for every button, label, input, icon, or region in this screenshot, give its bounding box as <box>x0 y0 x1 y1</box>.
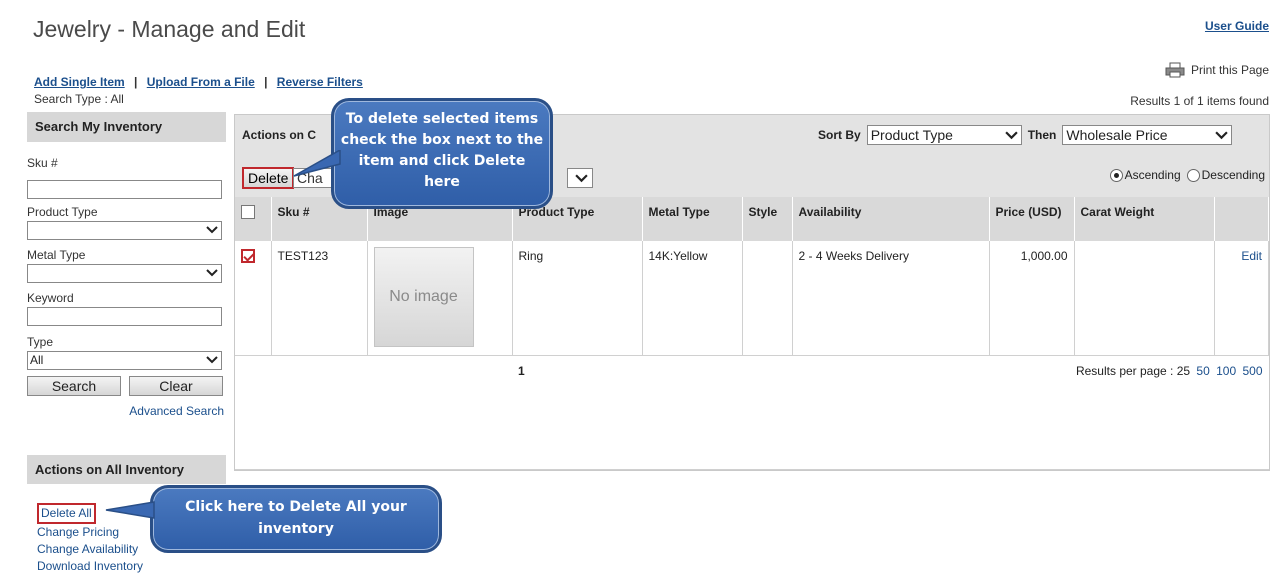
inventory-table: Sku # Image Product Type Metal Type Styl… <box>235 197 1269 470</box>
add-single-item-link[interactable]: Add Single Item <box>34 75 125 89</box>
top-links: Add Single Item | Upload From a File | R… <box>34 75 363 89</box>
reverse-filters-link[interactable]: Reverse Filters <box>277 75 363 89</box>
cell-sku: TEST123 <box>271 241 368 356</box>
chevron-down-icon <box>206 356 218 364</box>
then-select[interactable]: Wholesale Price <box>1062 125 1233 145</box>
print-page-button[interactable]: Print this Page <box>1165 62 1269 78</box>
advanced-search-link[interactable]: Advanced Search <box>27 404 226 418</box>
search-panel: Search My Inventory Sku # Product Type M… <box>27 112 226 418</box>
edit-link[interactable]: Edit <box>1214 241 1269 356</box>
actions-label: Actions on C <box>242 128 316 142</box>
then-label: Then <box>1027 128 1057 142</box>
product-type-label: Product Type <box>27 205 98 219</box>
cell-image: No image <box>367 241 513 356</box>
cell-product-type: Ring <box>512 241 643 356</box>
print-page-label: Print this Page <box>1190 63 1269 77</box>
user-guide-link[interactable]: User Guide <box>1205 19 1269 33</box>
pager-row: 1 Results per page : 25 50 100 500 <box>235 355 1269 470</box>
printer-icon <box>1165 62 1185 78</box>
page-title: Jewelry - Manage and Edit <box>33 16 306 42</box>
search-panel-header: Search My Inventory <box>27 112 226 142</box>
results-count: Results 1 of 1 items found <box>1130 94 1269 108</box>
callout-pointer <box>105 501 155 519</box>
sort-by-value: Product Type <box>870 127 953 143</box>
descending-radio[interactable] <box>1186 168 1200 182</box>
col-actions <box>1214 197 1269 241</box>
clear-button[interactable]: Clear <box>129 376 223 396</box>
delete-button[interactable]: Delete <box>242 167 295 189</box>
cell-metal-type: 14K:Yellow <box>642 241 743 356</box>
search-button[interactable]: Search <box>27 376 121 396</box>
results-per-page-label: Results per page : 25 <box>1075 364 1191 378</box>
metal-type-select[interactable] <box>27 264 222 283</box>
sort-by-label: Sort By <box>818 128 861 142</box>
chevron-down-icon <box>1005 131 1018 140</box>
sort-by-select[interactable]: Product Type <box>866 125 1022 145</box>
chevron-down-icon <box>575 174 588 183</box>
select-all-checkbox[interactable] <box>241 205 255 219</box>
download-inventory-link[interactable]: Download Inventory <box>37 558 143 575</box>
ascending-radio[interactable] <box>1109 168 1123 182</box>
all-inventory-header: Actions on All Inventory <box>27 455 226 484</box>
callout-pointer <box>293 150 341 177</box>
delete-selected-callout: To delete selected items check the box n… <box>331 98 553 209</box>
search-button-row: Search Clear <box>27 376 226 396</box>
rpp-option-500[interactable]: 500 <box>1242 364 1262 378</box>
cell-price: 1,000.00 <box>989 241 1075 356</box>
type-value: All <box>30 353 44 367</box>
type-select[interactable]: All <box>27 351 222 370</box>
change-pricing-link[interactable]: Change Pricing <box>37 524 143 541</box>
no-image-placeholder: No image <box>373 247 474 347</box>
select-all-header <box>235 197 272 241</box>
col-price[interactable]: Price (USD) <box>989 197 1075 241</box>
col-carat-weight[interactable]: Carat Weight <box>1074 197 1215 241</box>
row-checkbox[interactable] <box>241 249 255 263</box>
cell-carat <box>1074 241 1215 356</box>
upload-from-file-link[interactable]: Upload From a File <box>147 75 255 89</box>
separator: | <box>134 75 138 89</box>
row-select-cell <box>235 241 272 356</box>
results-per-page: Results per page : 25 50 100 500 <box>642 355 1269 470</box>
then-value: Wholesale Price <box>1066 127 1168 143</box>
sort-controls: Sort By Product Type Then Wholesale Pric… <box>818 125 1233 145</box>
metal-type-label: Metal Type <box>27 248 86 262</box>
sku-label: Sku # <box>27 156 58 170</box>
rpp-option-100[interactable]: 100 <box>1216 364 1236 378</box>
delete-all-link[interactable]: Delete All <box>37 503 96 524</box>
chevron-down-icon <box>206 226 218 234</box>
keyword-label: Keyword <box>27 291 74 305</box>
separator: | <box>264 75 268 89</box>
change-availability-link[interactable]: Change Availability <box>37 541 143 558</box>
cell-style <box>742 241 793 356</box>
ascending-label: Ascending <box>1124 168 1181 182</box>
chevron-down-icon <box>1215 131 1229 140</box>
descending-label: Descending <box>1201 168 1265 182</box>
product-type-select[interactable] <box>27 221 222 240</box>
rpp-option-50[interactable]: 50 <box>1196 364 1209 378</box>
col-availability[interactable]: Availability <box>792 197 990 241</box>
table-row: TEST123 No image Ring 14K:Yellow 2 - 4 W… <box>235 241 1269 356</box>
cell-availability: 2 - 4 Weeks Delivery <box>792 241 990 356</box>
search-type-label: Search Type : All <box>34 92 124 106</box>
action-select[interactable] <box>567 168 593 188</box>
col-style[interactable]: Style <box>742 197 793 241</box>
keyword-input[interactable] <box>27 307 222 326</box>
sku-input[interactable] <box>27 180 222 199</box>
type-label: Type <box>27 335 54 349</box>
col-metal-type[interactable]: Metal Type <box>642 197 743 241</box>
page-number[interactable]: 1 <box>512 355 642 470</box>
chevron-down-icon <box>206 269 218 277</box>
sort-order-radios: Ascending Descending <box>1106 168 1265 182</box>
delete-all-callout: Click here to Delete All your inventory <box>150 485 442 553</box>
all-inventory-panel: Actions on All Inventory <box>27 455 226 484</box>
